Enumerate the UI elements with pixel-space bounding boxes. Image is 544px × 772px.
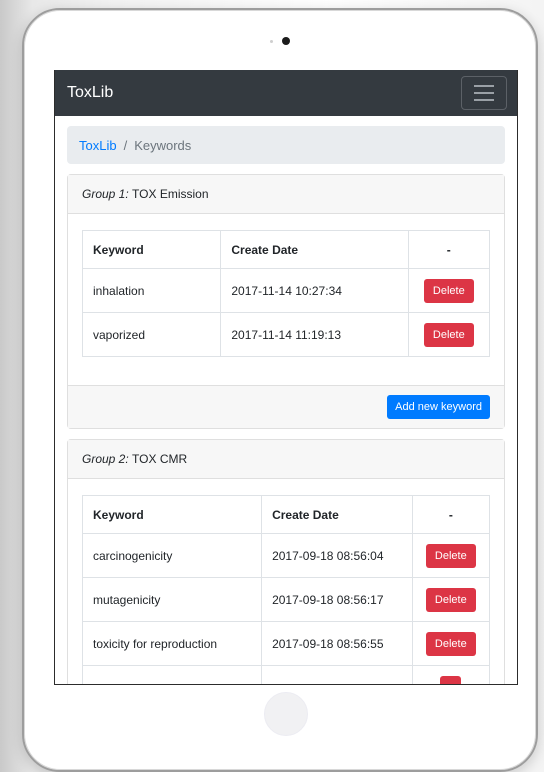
home-button[interactable] (264, 692, 308, 736)
table-row: vaporized 2017-11-14 11:19:13 Delete (81, 312, 491, 357)
group-header: Group 2: TOX CMR (68, 440, 504, 479)
keyword-cell: carcinogenicity (81, 533, 263, 578)
date-cell: 2017-11-14 10:27:34 (220, 268, 409, 313)
table-row: toxicity for reproduction 2017-09-18 08:… (81, 621, 491, 666)
front-camera (282, 37, 290, 45)
column-header-keyword: Keyword (81, 495, 263, 534)
date-cell: 2017-09-18 08:56:17 (261, 577, 413, 622)
group-name: TOX Emission (132, 187, 209, 201)
table-row: mutagenicity 2017-09-18 08:56:17 Delete (81, 577, 491, 622)
date-cell (261, 665, 413, 684)
keywords-table: Keyword Create Date - carcinogenicity 20… (81, 495, 491, 684)
delete-button[interactable]: Delete (423, 322, 474, 347)
table-header-row: Keyword Create Date - (81, 230, 491, 269)
group-label: Group 2: (82, 452, 129, 466)
breadcrumb: ToxLib / Keywords (67, 126, 505, 164)
hamburger-icon (474, 85, 494, 87)
keyword-cell: mutagenicity (81, 577, 263, 622)
group-header: Group 1: TOX Emission (68, 175, 504, 214)
date-cell: 2017-09-18 08:56:55 (261, 621, 413, 666)
screen: ToxLib ToxLib / Keywords Group 1: TOX Em… (54, 70, 518, 685)
keyword-cell: inhalation (81, 268, 222, 313)
keyword-cell: vaporized (81, 312, 222, 357)
breadcrumb-current: Keywords (134, 137, 192, 153)
keywords-table: Keyword Create Date - inhalation 2017-11… (81, 230, 491, 357)
column-header-create-date: Create Date (220, 230, 409, 269)
front-sensor (270, 40, 273, 43)
table-row: inhalation 2017-11-14 10:27:34 Delete (81, 268, 491, 313)
delete-button[interactable]: Delete (425, 587, 476, 612)
column-header-actions: - (411, 495, 491, 534)
date-cell: 2017-09-18 08:56:04 (261, 533, 413, 578)
group-label: Group 1: (82, 187, 129, 201)
navbar-brand[interactable]: ToxLib (67, 84, 113, 102)
column-header-keyword: Keyword (81, 230, 222, 269)
table-row: carcinogenicity 2017-09-18 08:56:04 Dele… (81, 533, 491, 578)
date-cell: 2017-11-14 11:19:13 (220, 312, 409, 357)
delete-button[interactable]: Delete (423, 278, 474, 303)
navbar: ToxLib (55, 70, 517, 116)
group-footer: Add new keyword (68, 385, 504, 428)
table-header-row: Keyword Create Date - (81, 495, 491, 534)
add-keyword-button[interactable]: Add new keyword (387, 395, 490, 419)
delete-button[interactable] (440, 675, 462, 684)
delete-button[interactable]: Delete (425, 631, 476, 656)
group-name: TOX CMR (132, 452, 188, 466)
keyword-cell (81, 665, 263, 684)
column-header-actions: - (407, 230, 491, 269)
keyword-cell: toxicity for reproduction (81, 621, 263, 666)
breadcrumb-separator: / (123, 137, 128, 153)
table-row (81, 665, 491, 684)
navbar-toggle-button[interactable] (461, 76, 507, 110)
main-content: ToxLib / Keywords Group 1: TOX Emission … (55, 116, 517, 684)
group-card-1: Group 1: TOX Emission Keyword Create Dat… (67, 174, 505, 429)
group-card-2: Group 2: TOX CMR Keyword Create Date - c… (67, 439, 505, 684)
column-header-create-date: Create Date (261, 495, 413, 534)
delete-button[interactable]: Delete (425, 543, 476, 568)
breadcrumb-link-toxlib[interactable]: ToxLib (79, 138, 117, 153)
